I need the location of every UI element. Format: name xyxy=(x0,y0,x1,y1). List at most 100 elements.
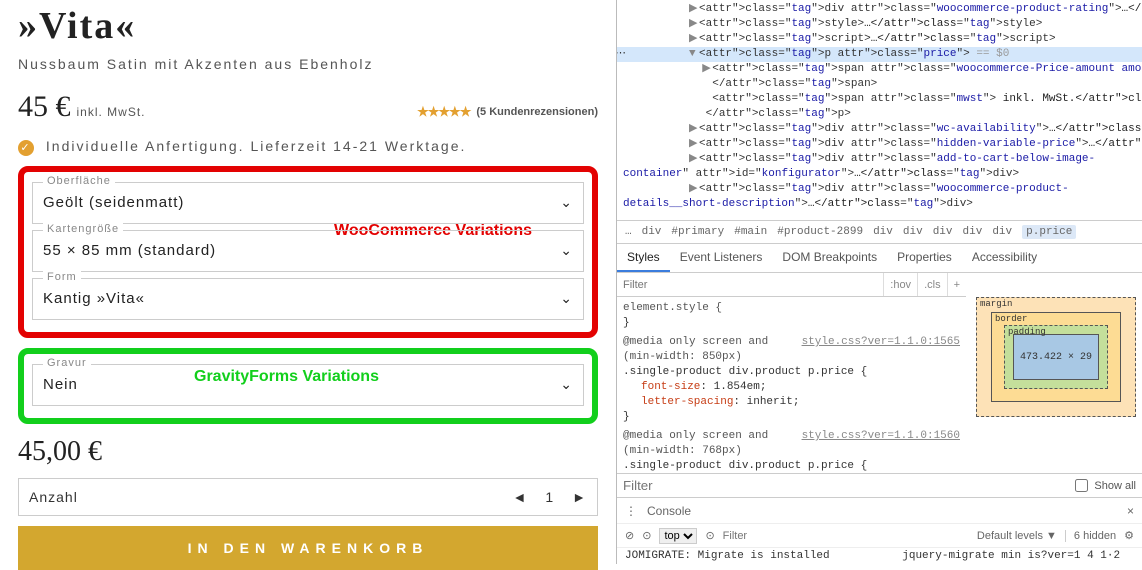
crumb[interactable]: #product-2899 xyxy=(777,226,863,238)
variation-value: 55 × 85 mm (standard) xyxy=(43,242,216,259)
price-row: 45 € inkl. MwSt. ★★★★★ (5 Kundenrezensio… xyxy=(18,90,598,124)
crumb[interactable]: div xyxy=(933,226,953,238)
computed-filter-input[interactable] xyxy=(623,478,1069,493)
element-node[interactable]: </attr">class="tag">span> xyxy=(617,77,1142,92)
styles-filter-input[interactable] xyxy=(617,279,883,291)
reviews-count: (5 Kundenrezensionen) xyxy=(476,106,598,118)
border-label: border xyxy=(995,314,1027,324)
qty-value: 1 xyxy=(545,489,554,505)
hidden-count[interactable]: 6 hidden xyxy=(1065,530,1116,542)
check-icon: ✓ xyxy=(18,140,34,156)
variation-select[interactable]: GravurNein⌄ xyxy=(32,364,584,406)
box-content-size: 473.422 × 29 xyxy=(1013,334,1099,380)
cls-toggle[interactable]: .cls xyxy=(917,273,947,296)
element-node[interactable]: </attr">class="tag">p> xyxy=(617,107,1142,122)
tab-accessibility[interactable]: Accessibility xyxy=(962,244,1047,272)
devtools-panel: ▶<attr">class="tag">div attr">class="woo… xyxy=(616,0,1142,564)
styles-filter-row: :hov .cls + xyxy=(617,273,966,297)
source-link[interactable]: style.css?ver=1.1.0:1565 xyxy=(802,335,960,350)
qty-decrease[interactable]: ◄ xyxy=(512,489,527,505)
chevron-down-icon: ⌄ xyxy=(560,242,573,259)
tab-event-listeners[interactable]: Event Listeners xyxy=(670,244,773,272)
element-node[interactable]: ▶<attr">class="tag">span attr">class="wo… xyxy=(617,62,1142,77)
console-output[interactable]: JOMIGRATE: Migrate is installed jquery-m… xyxy=(617,547,1142,564)
console-filter-input[interactable] xyxy=(723,530,969,542)
reviews-link[interactable]: ★★★★★ (5 Kundenrezensionen) xyxy=(417,104,598,120)
crumb[interactable]: … xyxy=(625,226,632,238)
tab-dom-breakpoints[interactable]: DOM Breakpoints xyxy=(772,244,887,272)
css-rule[interactable]: style.css?ver=1.1.0:1560@media only scre… xyxy=(623,429,960,473)
show-all-checkbox[interactable] xyxy=(1075,479,1088,492)
element-node[interactable]: ▶<attr">class="tag">div attr">class="add… xyxy=(617,152,1142,182)
chevron-down-icon: ⌄ xyxy=(560,376,573,393)
variation-select[interactable]: Kartengröße55 × 85 mm (standard)⌄ xyxy=(32,230,584,272)
star-icon: ★★★★★ xyxy=(417,104,470,120)
console-tab-label[interactable]: Console xyxy=(647,504,691,518)
source-link[interactable]: style.css?ver=1.1.0:1560 xyxy=(802,429,960,444)
variation-value: Kantig »Vita« xyxy=(43,290,145,307)
console-drawer-header: ⋮ Console × xyxy=(617,497,1142,523)
availability-text: Individuelle Anfertigung. Lieferzeit 14-… xyxy=(46,138,467,154)
element-node[interactable]: ▶<attr">class="tag">div attr">class="wc-… xyxy=(617,122,1142,137)
styles-area: element.style {} style.css?ver=1.1.0:1565… xyxy=(617,297,1142,473)
variation-label: Kartengröße xyxy=(43,223,123,235)
breadcrumb[interactable]: …div#primary#main#product-2899divdivdivd… xyxy=(617,220,1142,244)
add-rule-button[interactable]: + xyxy=(947,273,966,296)
styles-tabs: StylesEvent ListenersDOM BreakpointsProp… xyxy=(617,244,1142,273)
levels-select[interactable]: Default levels ▼ xyxy=(977,530,1057,542)
box-model[interactable]: margin border padding 473.422 × 29 xyxy=(976,297,1136,417)
gear-icon[interactable]: ⚙ xyxy=(1124,529,1134,542)
calculated-price: 45,00 € xyxy=(18,436,598,468)
css-rules[interactable]: element.style {} style.css?ver=1.1.0:1565… xyxy=(617,297,966,473)
variation-select[interactable]: OberflächeGeölt (seidenmatt)⌄ xyxy=(32,182,584,224)
clear-console-icon[interactable]: ⊘ xyxy=(625,529,634,542)
chevron-down-icon: ⌄ xyxy=(560,194,573,211)
quantity-row: Anzahl ◄ 1 ► xyxy=(18,478,598,516)
eye-icon[interactable]: ⊙ xyxy=(642,529,651,542)
console-toolbar: ⊘ ⊙ top ⊙ Default levels ▼ 6 hidden ⚙ xyxy=(617,523,1142,547)
variation-value: Nein xyxy=(43,376,78,393)
availability: ✓ Individuelle Anfertigung. Lieferzeit 1… xyxy=(18,138,598,156)
crumb[interactable]: div xyxy=(963,226,983,238)
variation-label: Form xyxy=(43,271,81,283)
crumb[interactable]: #primary xyxy=(671,226,724,238)
variation-label: Oberfläche xyxy=(43,175,115,187)
qty-increase[interactable]: ► xyxy=(572,489,587,505)
margin-label: margin xyxy=(980,299,1012,309)
product-panel: »Vita« Nussbaum Satin mit Akzenten aus E… xyxy=(0,0,616,564)
chevron-down-icon: ⌄ xyxy=(560,290,573,307)
element-node[interactable]: <attr">class="tag">span attr">class="mws… xyxy=(617,92,1142,107)
variation-value: Geölt (seidenmatt) xyxy=(43,194,184,211)
woocommerce-variations-group: WooCommerce Variations OberflächeGeölt (… xyxy=(18,166,598,338)
price-main: 45 € xyxy=(18,90,71,124)
eye-icon-2[interactable]: ⊙ xyxy=(705,529,714,542)
tab-properties[interactable]: Properties xyxy=(887,244,962,272)
crumb[interactable]: #main xyxy=(734,226,767,238)
element-node[interactable]: ▶<attr">class="tag">div attr">class="hid… xyxy=(617,137,1142,152)
add-to-cart-button[interactable]: IN DEN WARENKORB xyxy=(18,526,598,570)
variation-label: Gravur xyxy=(43,357,91,369)
show-all-label: Show all xyxy=(1094,480,1136,492)
hov-toggle[interactable]: :hov xyxy=(883,273,917,296)
element-node[interactable]: ▶<attr">class="tag">div attr">class="woo… xyxy=(617,2,1142,17)
crumb[interactable]: p.price xyxy=(1022,225,1076,239)
crumb[interactable]: div xyxy=(992,226,1012,238)
console-close-icon[interactable]: × xyxy=(1127,504,1134,518)
gravityforms-variations-group: GravityForms Variations GravurNein⌄ xyxy=(18,348,598,424)
element-node[interactable]: ▶<attr">class="tag">div attr">class="woo… xyxy=(617,182,1142,212)
context-select[interactable]: top xyxy=(659,528,697,544)
variation-select[interactable]: FormKantig »Vita«⌄ xyxy=(32,278,584,320)
quantity-label: Anzahl xyxy=(29,489,78,505)
elements-tree[interactable]: ▶<attr">class="tag">div attr">class="woo… xyxy=(617,0,1142,220)
element-node[interactable]: ▶<attr">class="tag">style>…</attr">class… xyxy=(617,17,1142,32)
product-title: »Vita« xyxy=(18,4,598,48)
element-node[interactable]: ▼<attr">class="tag">p attr">class="price… xyxy=(617,47,1142,62)
console-menu-icon[interactable]: ⋮ xyxy=(625,504,637,518)
element-node[interactable]: ▶<attr">class="tag">script>…</attr">clas… xyxy=(617,32,1142,47)
css-rule[interactable]: element.style {} xyxy=(623,301,960,331)
css-rule[interactable]: style.css?ver=1.1.0:1565@media only scre… xyxy=(623,335,960,425)
tab-styles[interactable]: Styles xyxy=(617,244,670,272)
crumb[interactable]: div xyxy=(903,226,923,238)
crumb[interactable]: div xyxy=(642,226,662,238)
crumb[interactable]: div xyxy=(873,226,893,238)
